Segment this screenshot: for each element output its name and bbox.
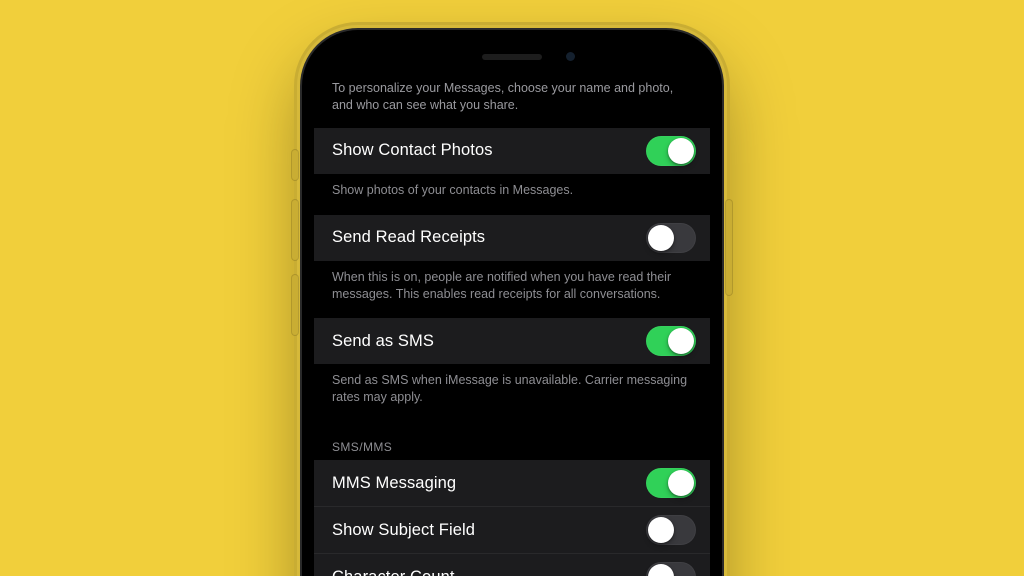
row-mms-messaging[interactable]: MMS Messaging	[314, 460, 710, 506]
stage: To personalize your Messages, choose you…	[0, 0, 1024, 576]
toggle-knob	[668, 470, 694, 496]
toggle-knob	[668, 328, 694, 354]
row-label: Show Subject Field	[332, 521, 475, 540]
toggle-show-contact-photos[interactable]	[646, 136, 696, 166]
toggle-knob	[668, 138, 694, 164]
section-sms-mms: MMS Messaging Show Subject Field Charact…	[314, 460, 710, 576]
row-show-contact-photos[interactable]: Show Contact Photos	[314, 128, 710, 174]
intro-footer-text: To personalize your Messages, choose you…	[314, 70, 710, 128]
mute-switch	[292, 150, 298, 180]
row-label: Show Contact Photos	[332, 141, 493, 160]
row-character-count[interactable]: Character Count	[314, 553, 710, 576]
notch	[407, 42, 617, 72]
row-label: Send Read Receipts	[332, 228, 485, 247]
toggle-show-subject-field[interactable]	[646, 515, 696, 545]
section-send-as-sms: Send as SMS	[314, 318, 710, 364]
row-send-as-sms[interactable]: Send as SMS	[314, 318, 710, 364]
phone-screen: To personalize your Messages, choose you…	[314, 42, 710, 576]
section-footer: Send as SMS when iMessage is unavailable…	[314, 364, 710, 422]
toggle-knob	[648, 517, 674, 543]
row-label: Character Count	[332, 568, 455, 576]
side-button	[726, 200, 732, 295]
volume-up-button	[292, 200, 298, 260]
toggle-knob	[648, 564, 674, 576]
row-label: MMS Messaging	[332, 474, 456, 493]
toggle-knob	[648, 225, 674, 251]
settings-content: To personalize your Messages, choose you…	[314, 70, 710, 576]
toggle-send-read-receipts[interactable]	[646, 223, 696, 253]
phone-frame: To personalize your Messages, choose you…	[302, 30, 722, 576]
earpiece	[482, 54, 542, 60]
row-send-read-receipts[interactable]: Send Read Receipts	[314, 215, 710, 261]
toggle-character-count[interactable]	[646, 562, 696, 576]
toggle-mms-messaging[interactable]	[646, 468, 696, 498]
section-header-sms-mms: SMS/MMS	[314, 422, 710, 460]
section-footer: When this is on, people are notified whe…	[314, 261, 710, 319]
section-footer: Show photos of your contacts in Messages…	[314, 174, 710, 215]
row-label: Send as SMS	[332, 332, 434, 351]
section-contact-photos: Show Contact Photos	[314, 128, 710, 174]
volume-down-button	[292, 275, 298, 335]
front-camera	[566, 52, 575, 61]
section-read-receipts: Send Read Receipts	[314, 215, 710, 261]
row-show-subject-field[interactable]: Show Subject Field	[314, 506, 710, 553]
toggle-send-as-sms[interactable]	[646, 326, 696, 356]
